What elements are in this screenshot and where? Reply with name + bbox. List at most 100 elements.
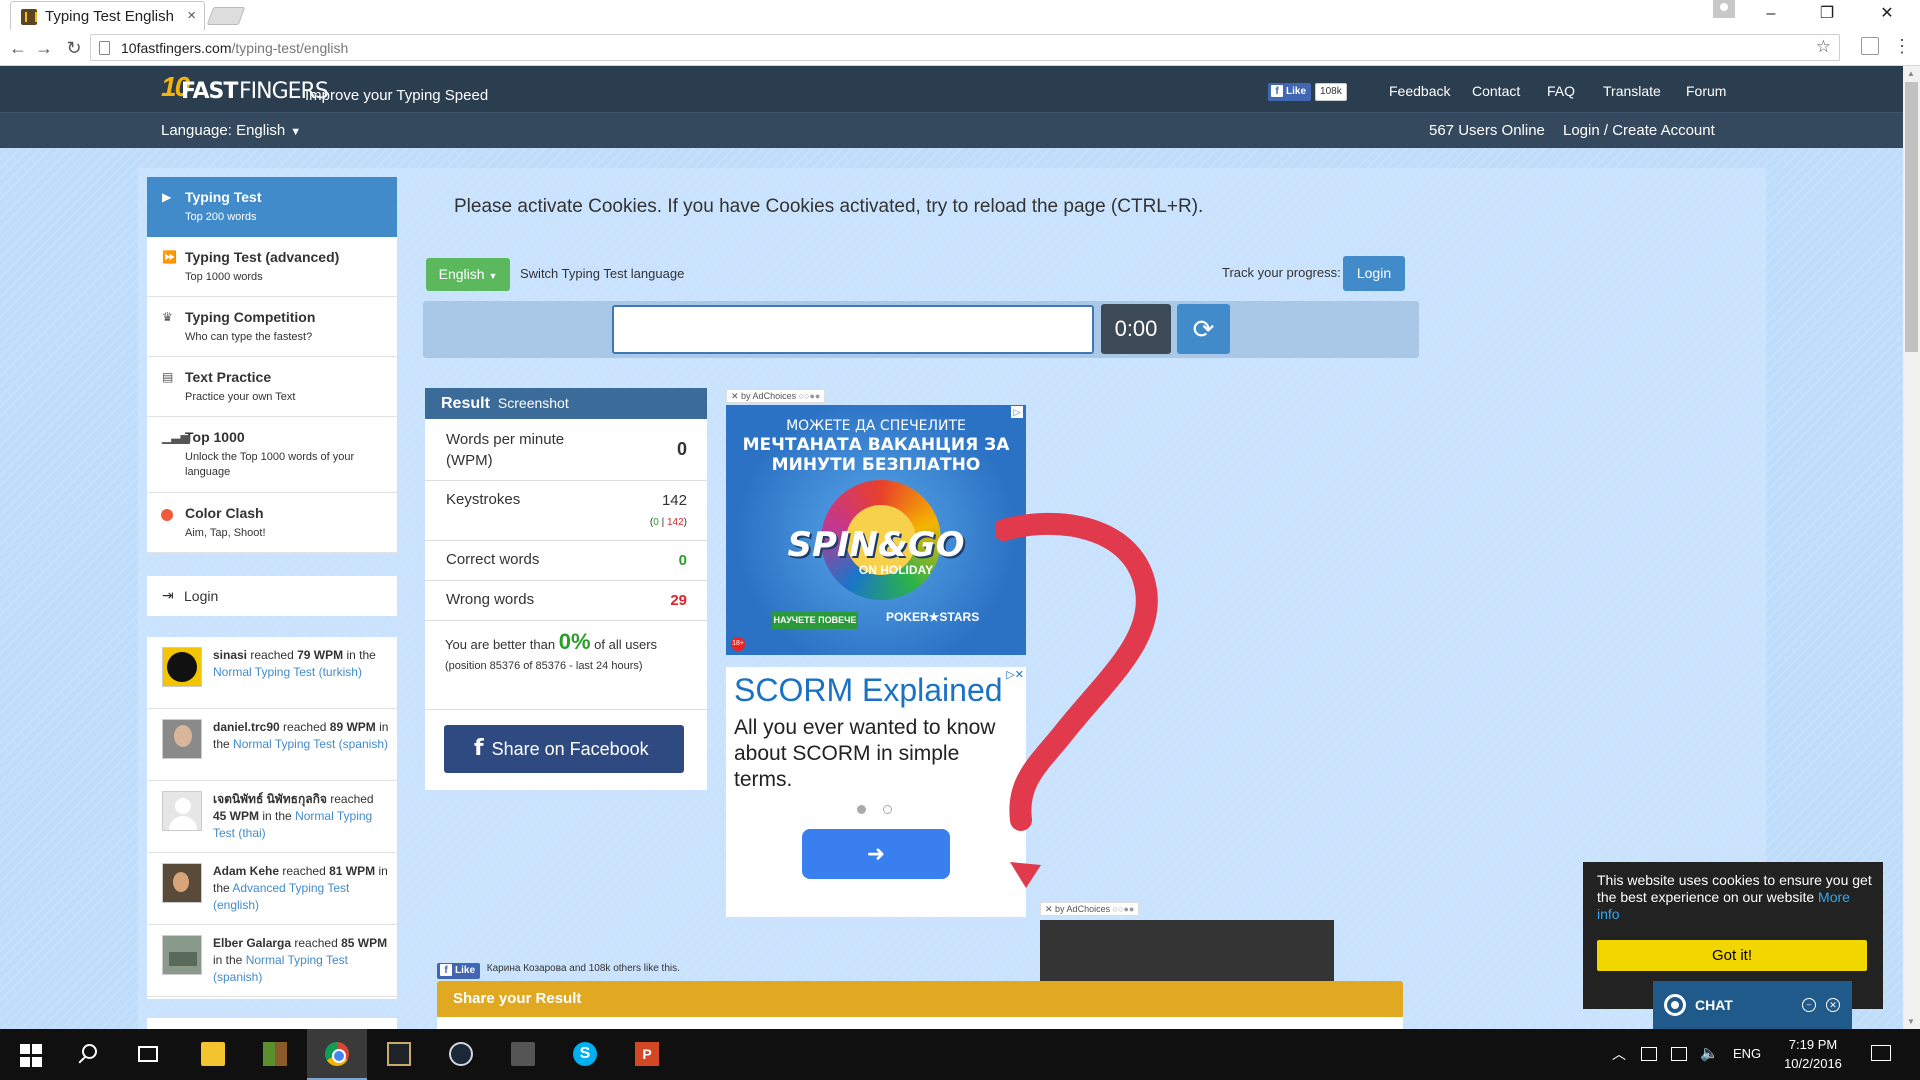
adchoices-badge[interactable]: ✕ by AdChoices ○○●● [726,389,826,403]
avatar[interactable] [162,647,202,687]
scrollbar-thumb[interactable] [1905,82,1918,352]
nav-forum[interactable]: Forum [1686,83,1726,99]
login-create-account-link[interactable]: Login / Create Account [1563,122,1715,139]
taskbar-app-skype[interactable]: S [555,1029,615,1080]
browser-menu-icon[interactable]: ⋮ [1893,35,1911,57]
nav-feedback[interactable]: Feedback [1389,83,1450,99]
activity-in: in the [213,953,243,967]
avatar[interactable] [162,719,202,759]
taskbar-app-sumatra[interactable] [183,1029,243,1080]
ad-close-icon[interactable]: ▷✕ [1006,668,1024,681]
facebook-like-count: 108k [1315,83,1347,101]
extension-icon[interactable] [1861,37,1879,55]
track-progress-label: Track your progress: [1222,265,1341,280]
login-button[interactable]: Login [1343,256,1405,291]
reload-icon[interactable]: ↻ [62,36,86,60]
tab-close-icon[interactable]: × [187,7,196,24]
avatar[interactable] [162,935,202,975]
restart-button[interactable]: ⟳ [1177,304,1230,354]
sidebar-item-text-practice[interactable]: ▤ Text Practice Practice your own Text [147,357,397,417]
browser-tab[interactable]: Typing Test English × [10,1,205,30]
wrong-words-label: Wrong words [446,591,535,608]
language-dropdown[interactable]: Language: English ▼ [161,122,301,139]
pokerstars-ad[interactable]: МОЖЕТЕ ДА СПЕЧЕЛИТЕ МЕЧТАНАТА ВАКАНЦИЯ З… [726,405,1026,655]
ad-arrow-button[interactable]: ➜ [802,829,950,879]
scroll-up-arrow-icon[interactable]: ▲ [1907,69,1915,78]
share-on-facebook-button[interactable]: f Share on Facebook [444,725,684,773]
volume-icon[interactable]: 🔈 [1700,1044,1719,1080]
scroll-down-arrow-icon[interactable]: ▼ [1907,1017,1915,1026]
taskbar-app-wot[interactable] [493,1029,553,1080]
action-center-icon[interactable] [1871,1045,1891,1061]
language-label: Language: English [161,122,286,139]
fast-forward-icon: ⏩ [162,250,177,264]
taskbar-app-powerpoint[interactable]: P [617,1029,677,1080]
new-tab-button[interactable] [206,7,246,25]
taskbar-app-league[interactable] [369,1029,429,1080]
chat-close-icon[interactable]: ✕ [1826,998,1840,1012]
window-close-button[interactable]: ✕ [1864,0,1910,30]
screenshot-link[interactable]: Screenshot [498,395,569,411]
ad-info-icon[interactable]: ▷ [1011,406,1023,418]
sidebar-item-typing-test-advanced[interactable]: ⏩ Typing Test (advanced) Top 1000 words [147,237,397,297]
facebook-like-button[interactable]: f Like [1268,83,1312,101]
user-name[interactable]: daniel.trc90 [213,720,280,734]
nav-faq[interactable]: FAQ [1547,83,1575,99]
user-name[interactable]: Elber Galarga [213,936,291,950]
forward-arrow-icon[interactable]: → [32,36,56,60]
user-name[interactable]: เจตนิพัทธ์ นิพัทธกุลกิจ [213,792,327,806]
battery-icon[interactable] [1641,1047,1657,1061]
sidebar-item-color-clash[interactable]: Color Clash Aim, Tap, Shoot! [147,493,397,553]
taskbar-app-chrome[interactable] [307,1029,367,1080]
network-icon[interactable] [1671,1047,1687,1061]
carousel-dot[interactable] [857,805,866,814]
url-input[interactable]: 10fastfingers.com/typing-test/english ☆ [90,34,1840,61]
profile-icon[interactable] [1713,0,1735,18]
facebook-like-button[interactable]: f Like [437,963,481,979]
avatar[interactable] [162,791,202,831]
page-info-icon[interactable] [99,41,110,55]
adchoices-badge[interactable]: ✕ by AdChoices ○○●● [1040,902,1140,916]
test-link[interactable]: Normal Typing Test (turkish) [213,665,362,679]
search-icon [82,1044,97,1059]
input-language[interactable]: ENG [1733,1046,1761,1080]
test-link[interactable]: Normal Typing Test (spanish) [233,737,388,751]
adchoices-close-icon[interactable]: ✕ [1045,904,1055,914]
window-maximize-button[interactable]: ❐ [1804,0,1850,30]
wpm-row: Words per minute (WPM) 0 [425,419,707,481]
user-name[interactable]: Adam Kehe [213,864,279,878]
sidebar-item-typing-competition[interactable]: ♛ Typing Competition Who can type the fa… [147,297,397,357]
chat-logo-icon [1664,994,1686,1016]
sidebar-item-typing-test[interactable]: ▶ Typing Test Top 200 words [147,177,397,237]
test-link[interactable]: Advanced Typing Test (english) [213,881,349,912]
system-clock[interactable]: 7:19 PM 10/2/2016 [1778,1035,1848,1080]
avatar[interactable] [162,863,202,903]
page-scrollbar[interactable]: ▲ ▼ [1903,66,1920,1029]
nav-contact[interactable]: Contact [1472,83,1520,99]
tray-expand-icon[interactable]: ︿ [1612,1044,1626,1080]
ad-cta-button[interactable]: НАУЧЕТЕ ПОВЕЧЕ [772,612,858,629]
start-button[interactable] [0,1029,60,1080]
skype-icon: S [573,1042,597,1066]
carousel-dot[interactable] [883,805,892,814]
chat-widget[interactable]: CHAT – ✕ [1653,981,1852,1029]
language-switch-button[interactable]: English ▼ [426,258,510,291]
bookmark-star-icon[interactable]: ☆ [1816,37,1831,57]
chat-minimize-icon[interactable]: – [1802,998,1816,1012]
search-button[interactable] [60,1029,120,1080]
got-it-button[interactable]: Got it! [1597,940,1867,971]
back-arrow-icon[interactable]: ← [6,36,30,60]
facebook-like-row: f Like Карина Козарова and 108k others li… [437,963,680,979]
typing-input[interactable] [612,305,1094,354]
nav-translate[interactable]: Translate [1603,83,1661,99]
task-view-icon [138,1046,158,1062]
sidebar-item-top-1000[interactable]: ▁▃▅ Top 1000 Unlock the Top 1000 words o… [147,417,397,493]
scorm-ad[interactable]: SCORM Explained All you ever wanted to k… [726,667,1026,917]
taskbar-app-minecraft[interactable] [245,1029,305,1080]
task-view-button[interactable] [120,1029,180,1080]
adchoices-close-icon[interactable]: ✕ [731,391,741,401]
window-minimize-button[interactable]: – [1748,0,1794,30]
taskbar-app-steam[interactable] [431,1029,491,1080]
sidebar-login-link[interactable]: ⇥ Login [147,576,397,616]
user-name[interactable]: sinasi [213,648,247,662]
